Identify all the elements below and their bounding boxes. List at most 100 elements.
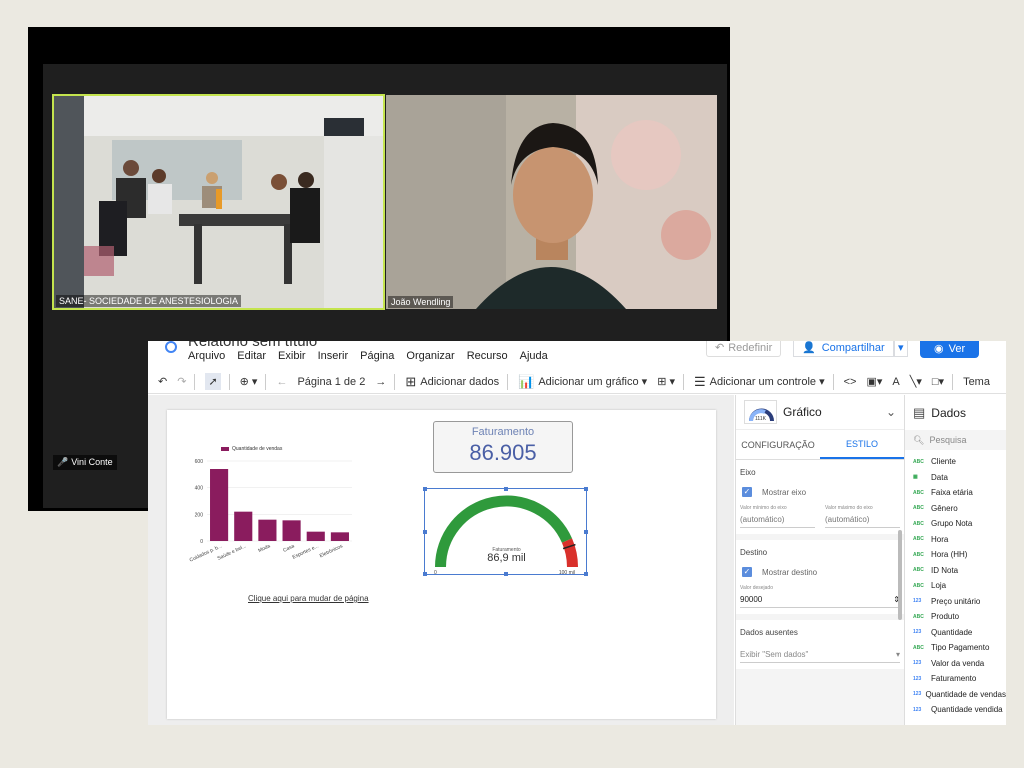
menu-item-inserir[interactable]: Inserir [318,350,349,362]
resize-handle[interactable] [584,530,588,534]
scorecard-label: Faturamento [471,426,535,438]
report-page[interactable]: Quantidade de vendas 0 200 400 600 Cuidados … [167,410,716,719]
reset-button[interactable]: ↶ Redefinir [706,341,782,357]
menu-item-arquivo[interactable]: Arquivo [188,350,225,362]
image-icon[interactable]: ▣▾ [866,375,882,388]
bar[interactable] [234,511,253,541]
undo-icon[interactable]: ↶ [158,375,167,388]
data-field-item[interactable]: 123 Faturamento [913,671,1006,687]
toolbar: ↶ ↷ ➚ ⊕ ▾ ← Página 1 de 2 → ⊞ Adicionar d… [148,370,1006,394]
target-value-input[interactable]: 90000 ⇕ [740,591,900,608]
zoom-icon[interactable]: ⊕ ▾ [240,375,258,388]
change-page-link[interactable]: Clique aqui para mudar de página [248,594,369,603]
bar[interactable] [210,469,229,541]
data-field-item[interactable]: 123 Quantidade vendida [913,702,1006,718]
gauge-remaining-arc [561,538,578,568]
bar[interactable] [330,532,349,541]
add-chart-button[interactable]: 📊 Adicionar um gráfico ▾ [518,374,647,390]
menu-item-exibir[interactable]: Exibir [278,350,306,362]
resize-handle[interactable] [584,572,588,576]
view-button[interactable]: ◉ Ver [920,341,980,358]
bar[interactable] [282,520,301,541]
bar-chart[interactable]: Quantidade de vendas 0 200 400 600 Cuidados … [187,443,357,583]
community-viz-icon[interactable]: ⊞ ▾ [657,375,675,388]
scrollbar[interactable] [898,530,902,620]
prev-page-icon[interactable]: ← [276,376,287,388]
resize-handle[interactable] [423,530,427,534]
menu-item-ajuda[interactable]: Ajuda [520,350,548,362]
line-icon[interactable]: ╲▾ [910,375,922,388]
next-page-icon[interactable]: → [375,376,386,388]
data-field-item[interactable]: 123 Preço unitário [913,594,1006,610]
tab-estilo[interactable]: ESTILO [820,430,904,459]
menu-item-pagina[interactable]: Página [360,350,394,362]
add-data-button[interactable]: ⊞ Adicionar dados [405,374,499,390]
data-field-item[interactable]: ▦ Data [913,470,1006,486]
data-field-item[interactable]: 123 Valor da venda [913,656,1006,672]
data-field-item[interactable]: ABC Tipo Pagamento [913,640,1006,656]
embed-code-icon[interactable]: <> [844,376,857,388]
chart-panel-header: 111K Gráfico ⌄ [736,395,904,430]
data-field-item[interactable]: ABC ID Nota [913,563,1006,579]
data-field-item[interactable]: ABC Produto [913,609,1006,625]
text-icon[interactable]: A [892,376,899,388]
data-field-name: Quantidade de vendas [925,689,1006,699]
numeric-type-icon: 123 [913,706,922,713]
select-pointer-icon[interactable]: ➚ [205,373,221,390]
axis-min-input[interactable]: (automático) [740,511,815,528]
y-tick-label: 0 [200,539,203,545]
add-control-button[interactable]: ☰ Adicionar um controle ▾ [694,374,825,390]
shape-icon[interactable]: □▾ [932,375,944,388]
resize-handle[interactable] [423,572,427,576]
menu-item-recurso[interactable]: Recurso [467,350,508,362]
participant-tile-vini[interactable]: 🎤 Vini Conte [53,455,117,470]
data-field-item[interactable]: ABC Hora [913,532,1006,548]
participant-name-label: João Wendling [388,296,454,308]
y-tick-label: 200 [195,512,204,518]
resize-handle[interactable] [584,487,588,491]
menu-item-organizar[interactable]: Organizar [406,350,454,362]
data-field-name: Faturamento [931,674,977,684]
axis-max-input[interactable]: (automático) [825,511,900,528]
gauge-chart[interactable]: Faturamento 86,9 mil 0 100 mil [423,487,588,576]
calendar-icon: ▦ [913,474,918,481]
target-section: Destino ✓ Mostrar destino Valor desejado … [736,540,904,614]
theme-button[interactable]: Tema [963,376,990,388]
participant-tile-joao[interactable]: João Wendling [386,95,717,309]
x-tick-label: Eletrônicos [319,543,344,559]
resize-handle[interactable] [504,572,508,576]
participant-tile-sane[interactable]: SANE- SOCIEDADE DE ANESTESIOLOGIA [52,94,385,310]
bar[interactable] [258,519,277,541]
page-indicator[interactable]: Página 1 de 2 [297,376,365,388]
data-field-item[interactable]: ABC Hora (HH) [913,547,1006,563]
table-icon: ▤ [913,404,926,420]
missing-data-select[interactable]: Exibir "Sem dados" ▾ [740,647,900,663]
data-field-item[interactable]: ABC Cliente [913,454,1006,470]
undo-arrow-icon: ↶ [715,342,725,354]
share-options-button[interactable]: ▾ [894,341,908,357]
resize-handle[interactable] [504,487,508,491]
scorecard[interactable]: Faturamento 86.905 [433,421,573,473]
conference-room-video [54,96,383,308]
data-field-item[interactable]: ABC Grupo Nota [913,516,1006,532]
share-button[interactable]: 👤 Compartilhar [793,341,894,357]
bar[interactable] [306,531,325,541]
data-field-item[interactable]: 123 Quantidade [913,625,1006,641]
menu-item-editar[interactable]: Editar [237,350,266,362]
gauge-min-label: 0 [434,570,437,576]
missing-data-heading: Dados ausentes [740,628,798,637]
resize-handle[interactable] [423,487,427,491]
redo-icon[interactable]: ↷ [177,375,186,388]
collapse-chevron-icon[interactable]: ⌄ [886,405,896,419]
data-field-item[interactable]: ABC Gênero [913,501,1006,517]
data-field-name: Cliente [931,457,956,467]
show-target-checkbox[interactable]: ✓ Mostrar destino [740,567,900,577]
data-field-item[interactable]: 123 Quantidade de vendas [913,687,1006,703]
data-field-item[interactable]: ABC Loja [913,578,1006,594]
tab-configuracao[interactable]: CONFIGURAÇÃO [736,430,820,459]
text-type-icon: ABC [913,551,924,558]
show-axis-checkbox[interactable]: ✓ Mostrar eixo [740,487,900,497]
report-title[interactable]: Relatório sem título [188,341,317,350]
field-search-input[interactable]: 🔍︎ Pesquisa [905,430,1006,450]
data-field-item[interactable]: ABC Faixa etária [913,485,1006,501]
